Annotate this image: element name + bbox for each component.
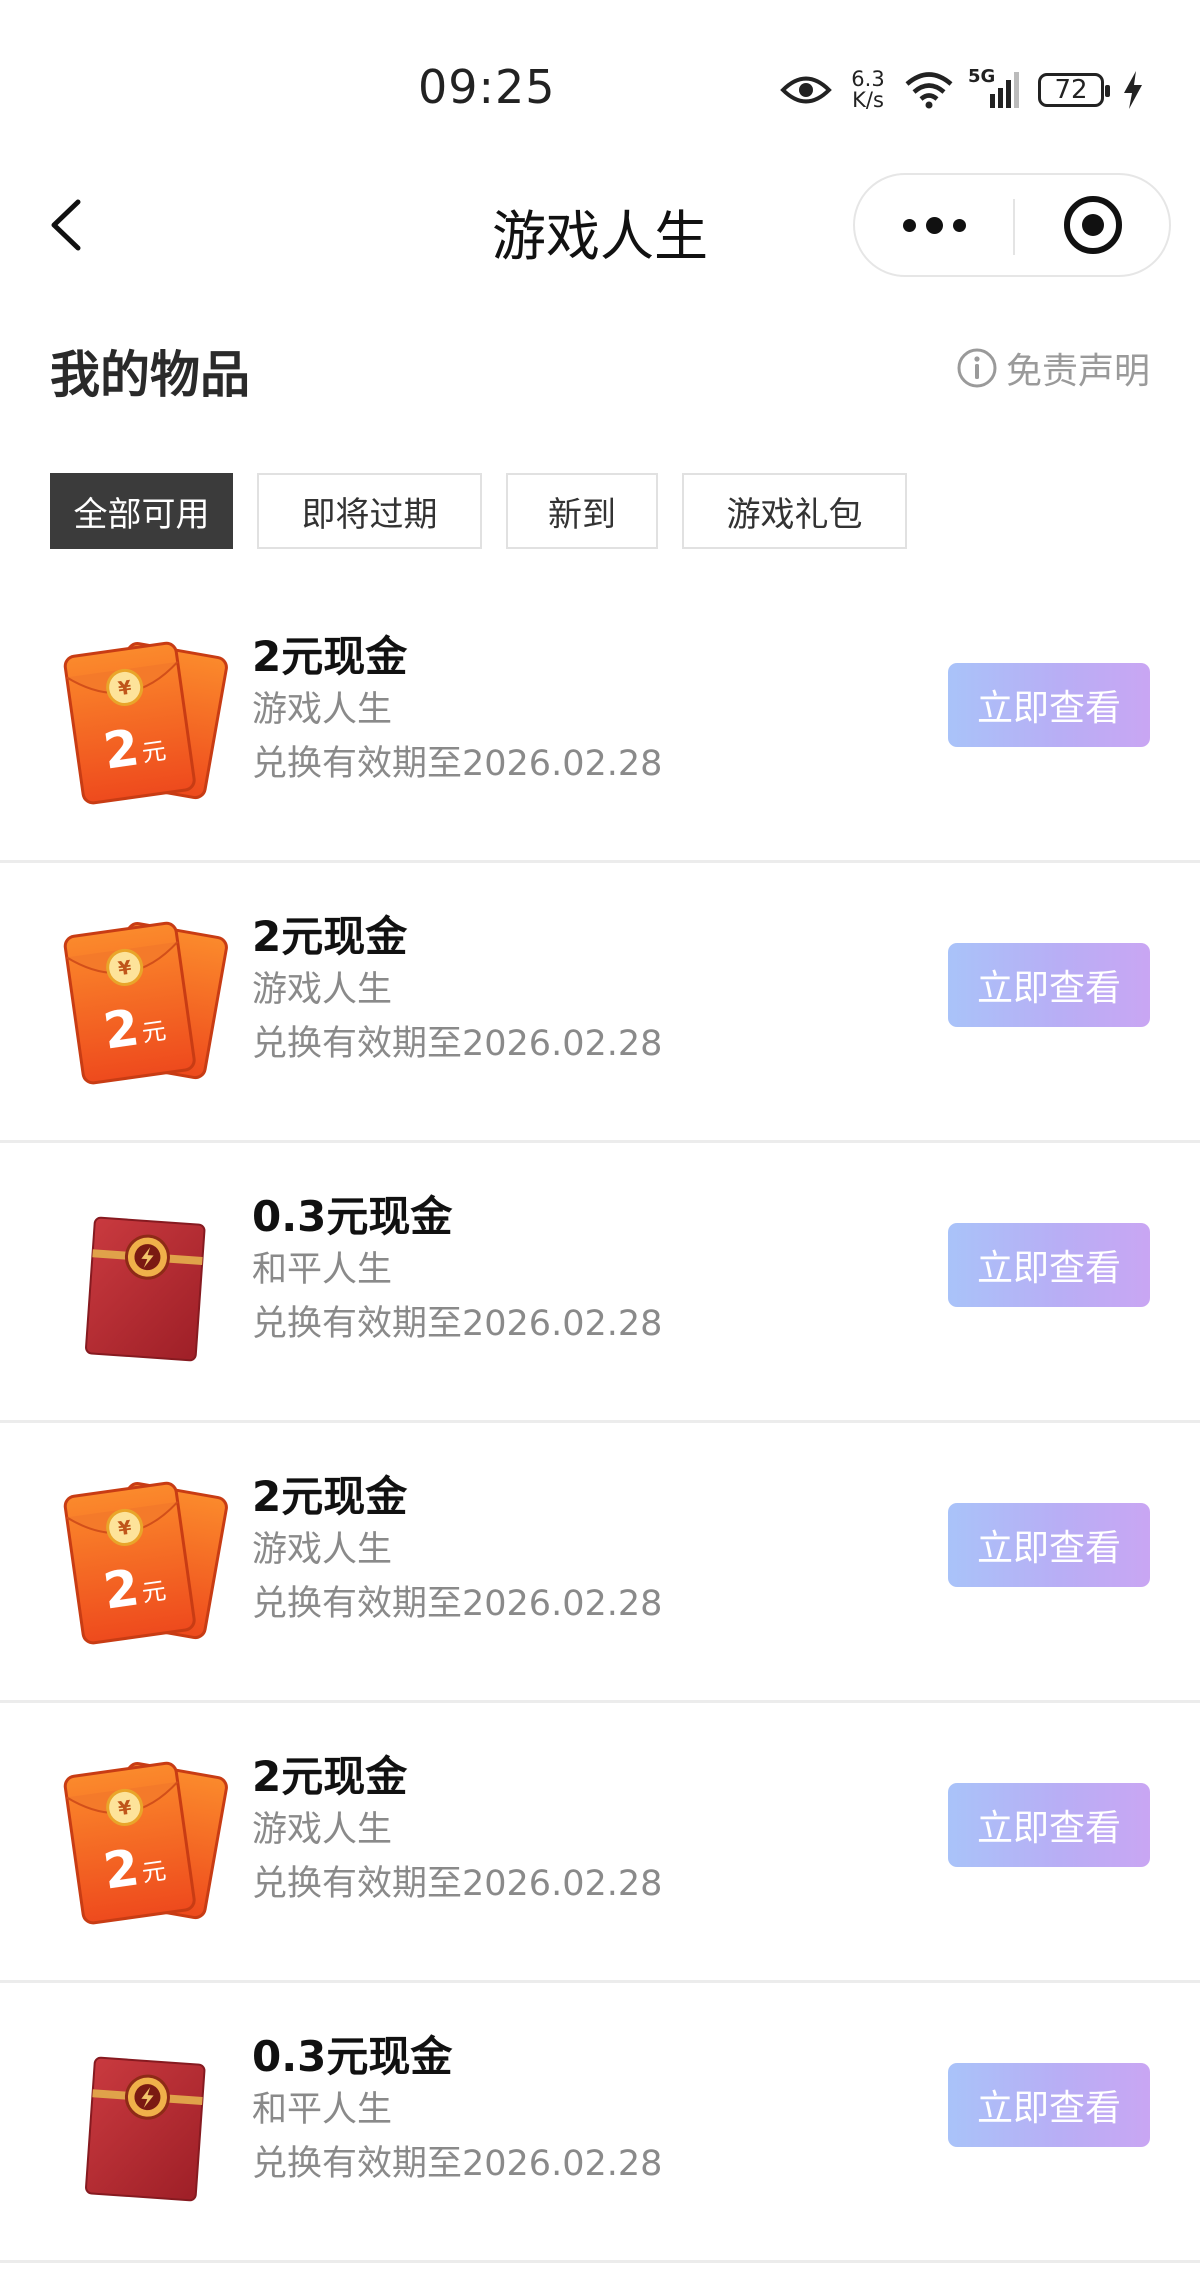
envelope-unit: 元: [140, 1576, 168, 1607]
status-icons: 6.3 K/s 5G 72: [780, 60, 1144, 120]
item-source: 游戏人生: [252, 1530, 393, 1570]
item-expiry: 兑换有效期至2026.02.28: [252, 1584, 663, 1624]
item-source: 游戏人生: [252, 1810, 393, 1850]
list-item[interactable]: ¥ 2 元 2元现金 游戏人生 兑换有效期至2026.02.28 立即查看: [0, 1703, 1200, 1983]
net-speed-unit: K/s: [852, 88, 884, 112]
nav-bar: 游戏人生: [0, 170, 1200, 280]
status-time: 09:25: [418, 60, 556, 114]
more-dot-right: [952, 218, 966, 232]
item-expiry: 兑换有效期至2026.02.28: [252, 1864, 663, 1904]
signal-icon: 5G: [968, 66, 1024, 110]
red-envelope-icon: [55, 2023, 235, 2213]
eye-icon: [780, 76, 832, 104]
net-speed-value: 6.3: [851, 67, 885, 91]
item-source: 和平人生: [252, 2090, 393, 2130]
tab-new-arrivals[interactable]: 新到: [506, 473, 658, 549]
close-button[interactable]: [1015, 175, 1171, 275]
filter-tabs: 全部可用 即将过期 新到 游戏礼包: [50, 473, 931, 549]
section-title: 我的物品: [50, 346, 250, 404]
envelope-unit: 元: [140, 1856, 168, 1887]
item-expiry: 兑换有效期至2026.02.28: [252, 2144, 663, 2184]
more-button[interactable]: [855, 175, 1013, 275]
red-envelope-icon: [55, 1183, 235, 1373]
item-source: 和平人生: [252, 1250, 393, 1290]
item-expiry: 兑换有效期至2026.02.28: [252, 1024, 663, 1064]
item-title: 0.3元现金: [252, 1192, 453, 1241]
orange-red-envelope-icon: ¥ 2 元: [55, 903, 235, 1093]
tab-game-gift-pack[interactable]: 游戏礼包: [682, 473, 907, 549]
disclaimer-link[interactable]: 免责声明: [956, 342, 1150, 394]
more-dots-icon: [902, 218, 916, 232]
info-icon: [957, 348, 997, 388]
list-item[interactable]: ¥ 2 元 2元现金 游戏人生 兑换有效期至2026.02.28 立即查看: [0, 583, 1200, 863]
envelope-unit: 元: [140, 1016, 168, 1047]
item-title: 2元现金: [252, 912, 408, 961]
envelope-unit: 元: [140, 736, 168, 767]
item-expiry: 兑换有效期至2026.02.28: [252, 1304, 663, 1344]
orange-red-envelope-icon: ¥ 2 元: [55, 623, 235, 813]
view-now-button[interactable]: 立即查看: [948, 1503, 1150, 1587]
tab-expiring-soon[interactable]: 即将过期: [257, 473, 482, 549]
item-source: 游戏人生: [252, 690, 393, 730]
net-speed: 6.3 K/s: [846, 69, 890, 111]
view-now-button[interactable]: 立即查看: [948, 2063, 1150, 2147]
battery-level: 72: [1054, 75, 1088, 105]
tab-all-available[interactable]: 全部可用: [50, 473, 233, 549]
orange-red-envelope-icon: ¥ 2 元: [55, 1743, 235, 1933]
list-item[interactable]: ¥ 2 元 2元现金 游戏人生 兑换有效期至2026.02.28 立即查看: [0, 1423, 1200, 1703]
item-source: 游戏人生: [252, 970, 393, 1010]
item-expiry: 兑换有效期至2026.02.28: [252, 744, 663, 784]
list-item[interactable]: 0.3元现金 和平人生 兑换有效期至2026.02.28 立即查看: [0, 1983, 1200, 2263]
view-now-button[interactable]: 立即查看: [948, 663, 1150, 747]
wifi-icon: [905, 72, 953, 109]
more-dot-center: [925, 216, 943, 234]
item-title: 0.3元现金: [252, 2032, 453, 2081]
disclaimer-label: 免责声明: [1005, 351, 1150, 392]
view-now-button[interactable]: 立即查看: [948, 1783, 1150, 1867]
capsule-menu: [853, 173, 1171, 277]
status-bar: 09:25 6.3 K/s 5G 72: [0, 0, 1200, 150]
orange-red-envelope-icon: ¥ 2 元: [55, 1463, 235, 1653]
item-list: ¥ 2 元 2元现金 游戏人生 兑换有效期至2026.02.28 立即查看 ¥ …: [0, 583, 1200, 2263]
view-now-button[interactable]: 立即查看: [948, 943, 1150, 1027]
battery-icon: 72: [1038, 73, 1110, 107]
charging-icon: [1124, 71, 1142, 109]
list-item[interactable]: 0.3元现金 和平人生 兑换有效期至2026.02.28 立即查看: [0, 1143, 1200, 1423]
view-now-button[interactable]: 立即查看: [948, 1223, 1150, 1307]
item-title: 2元现金: [252, 1752, 408, 1801]
item-title: 2元现金: [252, 632, 408, 681]
list-item[interactable]: ¥ 2 元 2元现金 游戏人生 兑换有效期至2026.02.28 立即查看: [0, 863, 1200, 1143]
item-title: 2元现金: [252, 1472, 408, 1521]
target-circle-icon: [1064, 196, 1122, 254]
